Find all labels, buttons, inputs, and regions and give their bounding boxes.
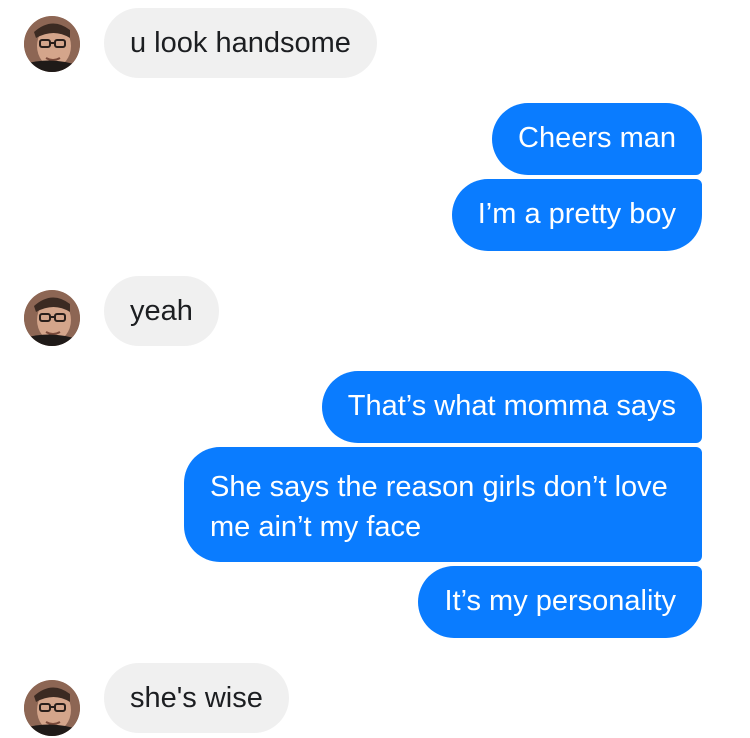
message-bubble-outgoing[interactable]: That’s what momma says [321, 371, 702, 443]
avatar-photo-icon [24, 290, 80, 346]
avatar-photo-icon [24, 16, 80, 72]
contact-avatar[interactable] [24, 290, 80, 346]
contact-avatar[interactable] [24, 16, 80, 72]
message-bubble-incoming[interactable]: u look handsome [104, 8, 377, 78]
message-bubble-incoming[interactable]: yeah [104, 276, 219, 346]
avatar-photo-icon [24, 680, 80, 736]
message-bubble-outgoing[interactable]: I’m a pretty boy [451, 179, 702, 251]
message-bubble-outgoing[interactable]: It’s my personality [418, 566, 702, 638]
message-bubble-outgoing[interactable]: She says the reason girls don’t love me … [184, 447, 702, 562]
contact-avatar[interactable] [24, 680, 80, 736]
message-bubble-incoming[interactable]: she's wise [104, 663, 289, 733]
message-bubble-outgoing[interactable]: Cheers man [492, 103, 702, 175]
